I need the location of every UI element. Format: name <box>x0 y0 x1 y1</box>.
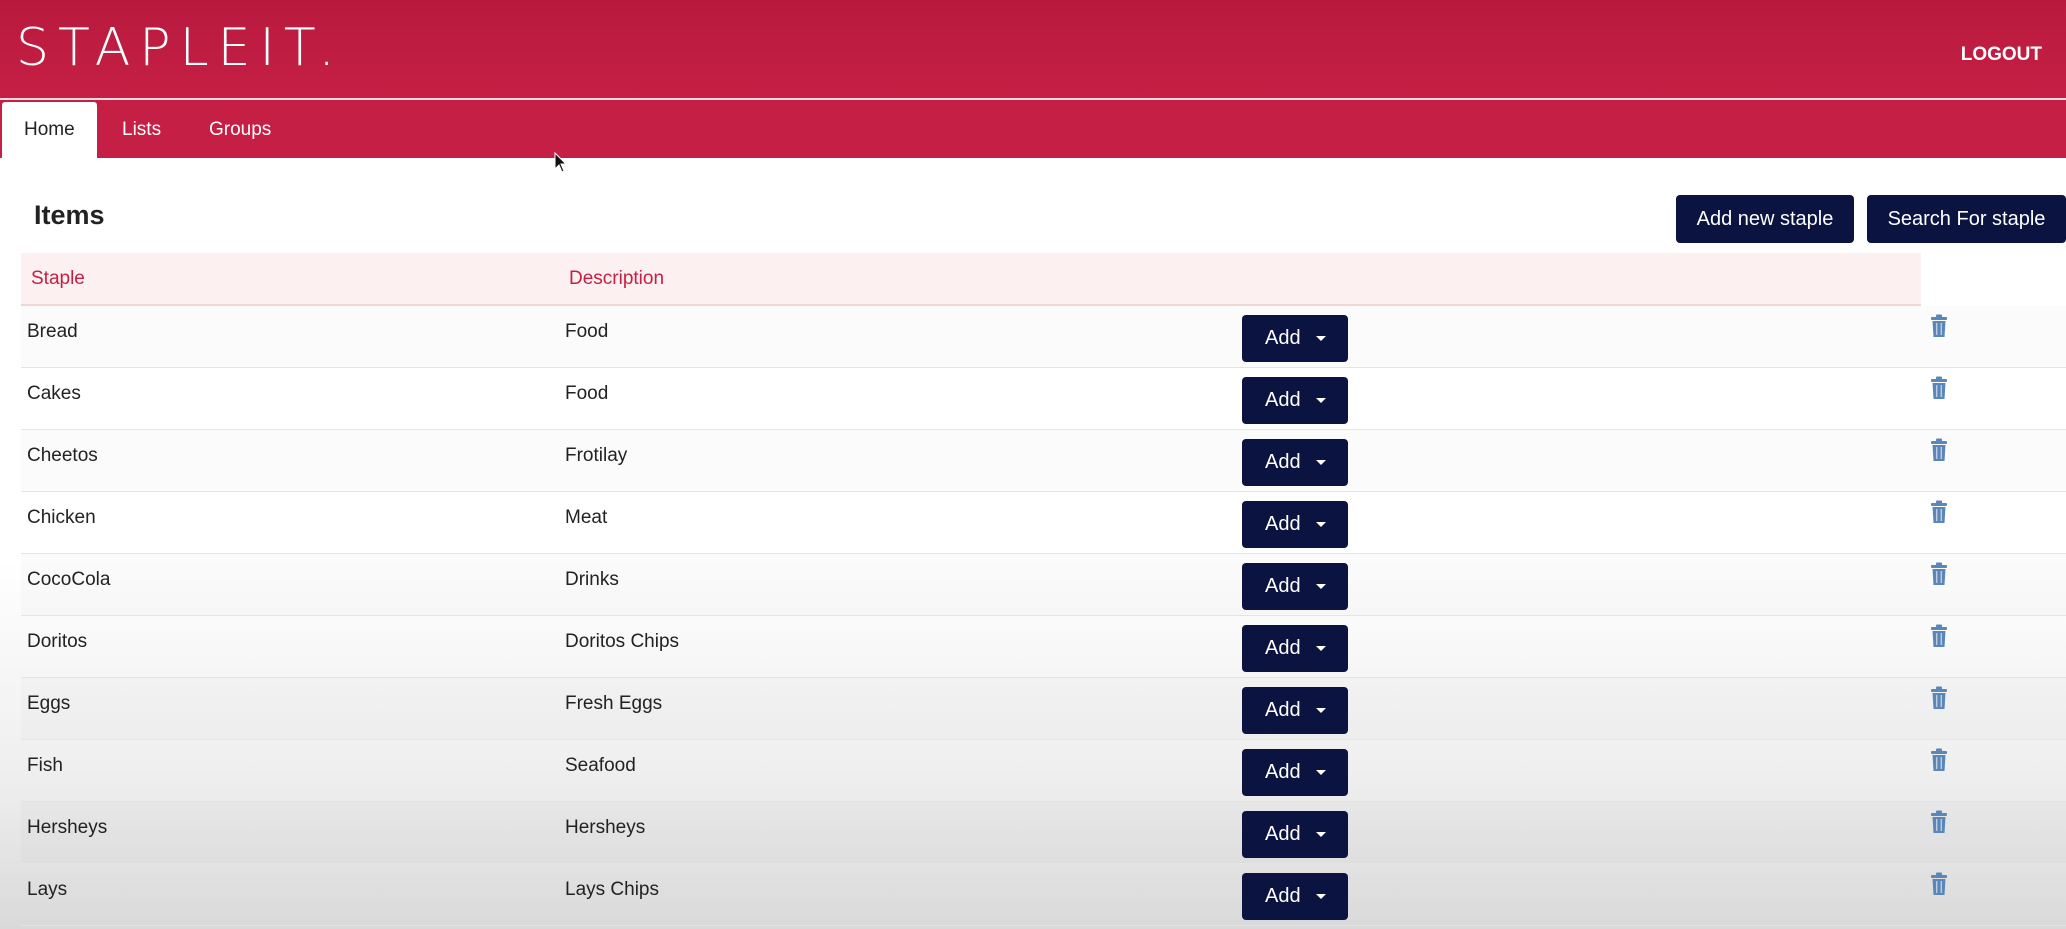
staple-description: Food <box>565 321 609 342</box>
tab-groups[interactable]: Groups <box>187 102 293 158</box>
table-row: Chicken Meat Add <box>21 492 2066 554</box>
add-to-list-button[interactable]: Add <box>1242 315 1348 362</box>
logout-button[interactable]: LOGOUT <box>1961 44 2042 66</box>
caret-down-icon <box>1316 832 1326 837</box>
add-to-list-button[interactable]: Add <box>1242 501 1348 548</box>
staple-name: CocoCola <box>27 569 111 590</box>
add-button-label: Add <box>1265 513 1301 535</box>
caret-down-icon <box>1316 584 1326 589</box>
trash-icon[interactable] <box>1929 500 1949 524</box>
trash-icon[interactable] <box>1929 376 1949 400</box>
caret-down-icon <box>1316 398 1326 403</box>
staple-description: Seafood <box>565 755 636 776</box>
staple-name: Lays <box>27 879 68 900</box>
table-body: Bread Food Add Cakes Food Add Cheetos Frotilay A… <box>21 306 2066 926</box>
add-button-label: Add <box>1265 451 1301 473</box>
caret-down-icon <box>1316 894 1326 899</box>
staple-name: Fish <box>27 755 63 776</box>
table-row: Cheetos Frotilay Add <box>21 430 2066 492</box>
add-to-list-button[interactable]: Add <box>1242 439 1348 486</box>
caret-down-icon <box>1316 522 1326 527</box>
app-logo: STAPLEIT. <box>16 18 344 78</box>
staple-name: Eggs <box>27 693 71 714</box>
app-window: STAPLEIT. LOGOUT Home Lists Groups Items… <box>0 0 2066 929</box>
trash-icon[interactable] <box>1929 562 1949 586</box>
add-to-list-button[interactable]: Add <box>1242 377 1348 424</box>
trash-icon[interactable] <box>1929 810 1949 834</box>
add-button-label: Add <box>1265 885 1301 907</box>
table-header: Staple Description <box>21 253 1921 306</box>
nav-tabs: Home Lists Groups <box>0 100 2066 158</box>
table-row: Eggs Fresh Eggs Add <box>21 678 2066 740</box>
trash-icon[interactable] <box>1929 686 1949 710</box>
add-button-label: Add <box>1265 575 1301 597</box>
add-button-label: Add <box>1265 699 1301 721</box>
table-row: Fish Seafood Add <box>21 740 2066 802</box>
trash-icon[interactable] <box>1929 314 1949 338</box>
trash-icon[interactable] <box>1929 748 1949 772</box>
staple-name: Cakes <box>27 383 81 404</box>
add-button-label: Add <box>1265 761 1301 783</box>
staple-name: Cheetos <box>27 445 98 466</box>
table-row: Hersheys Hersheys Add <box>21 802 2066 864</box>
caret-down-icon <box>1316 460 1326 465</box>
staple-description: Meat <box>565 507 608 528</box>
add-to-list-button[interactable]: Add <box>1242 625 1348 672</box>
add-to-list-button[interactable]: Add <box>1242 687 1348 734</box>
add-to-list-button[interactable]: Add <box>1242 749 1348 796</box>
staple-name: Chicken <box>27 507 96 528</box>
add-to-list-button[interactable]: Add <box>1242 563 1348 610</box>
page-title: Items <box>34 200 105 230</box>
top-header: STAPLEIT. LOGOUT <box>0 0 2066 100</box>
table-row: Bread Food Add <box>21 306 2066 368</box>
staple-description: Hersheys <box>565 817 646 838</box>
add-button-label: Add <box>1265 389 1301 411</box>
add-button-label: Add <box>1265 823 1301 845</box>
add-button-label: Add <box>1265 637 1301 659</box>
staple-name: Bread <box>27 321 78 342</box>
add-button-label: Add <box>1265 327 1301 349</box>
items-table: Staple Description Bread Food Add Cakes Food… <box>21 253 2066 926</box>
column-header-description: Description <box>569 268 665 289</box>
caret-down-icon <box>1316 646 1326 651</box>
trash-icon[interactable] <box>1929 624 1949 648</box>
tab-lists[interactable]: Lists <box>100 102 183 158</box>
trash-icon[interactable] <box>1929 438 1949 462</box>
staple-description: Lays Chips <box>565 879 659 900</box>
staple-description: Drinks <box>565 569 619 590</box>
staple-description: Frotilay <box>565 445 628 466</box>
table-row: Lays Lays Chips Add <box>21 864 2066 926</box>
add-to-list-button[interactable]: Add <box>1242 873 1348 920</box>
caret-down-icon <box>1316 770 1326 775</box>
staple-description: Doritos Chips <box>565 631 680 652</box>
table-row: Cakes Food Add <box>21 368 2066 430</box>
mouse-cursor-icon <box>554 152 568 173</box>
trash-icon[interactable] <box>1929 872 1949 896</box>
table-row: Doritos Doritos Chips Add <box>21 616 2066 678</box>
staple-name: Hersheys <box>27 817 108 838</box>
tab-home[interactable]: Home <box>2 102 97 158</box>
caret-down-icon <box>1316 708 1326 713</box>
staple-description: Food <box>565 383 609 404</box>
staple-name: Doritos <box>27 631 88 652</box>
table-row: CocoCola Drinks Add <box>21 554 2066 616</box>
search-staple-button[interactable]: Search For staple <box>1867 195 2066 243</box>
caret-down-icon <box>1316 336 1326 341</box>
add-new-staple-button[interactable]: Add new staple <box>1676 195 1854 243</box>
add-to-list-button[interactable]: Add <box>1242 811 1348 858</box>
column-header-staple: Staple <box>31 268 85 289</box>
staple-description: Fresh Eggs <box>565 693 663 714</box>
